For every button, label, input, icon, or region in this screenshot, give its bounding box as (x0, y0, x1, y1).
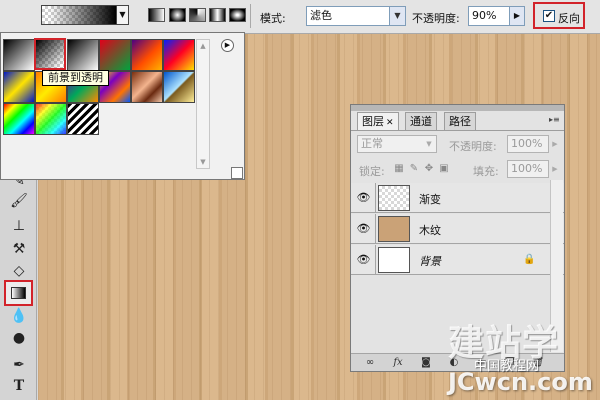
opacity-value: 90% (472, 9, 497, 22)
gradient-swatch[interactable] (67, 39, 99, 71)
tab-channels[interactable]: 通道 (405, 112, 437, 130)
link-layers-icon[interactable]: ∞ (363, 356, 377, 369)
layer-row[interactable]: 👁 木纹 (351, 214, 564, 244)
chevron-down-icon: ▼ (426, 140, 432, 148)
options-separator (250, 4, 251, 28)
tab-divider (351, 130, 564, 131)
brush-tool-icon[interactable]: 🖌 (9, 192, 29, 210)
gradient-swatch[interactable] (35, 103, 67, 135)
gradient-swatch[interactable] (99, 39, 131, 71)
picker-scrollbar[interactable]: ▲ ▼ (196, 39, 210, 169)
layer-opacity-value: 100% (511, 137, 543, 150)
tab-label: 图层 (362, 115, 384, 128)
eye-icon[interactable]: 👁 (356, 190, 371, 205)
gradient-tooltip: 前景到透明 (42, 70, 109, 86)
gradient-swatch[interactable] (131, 71, 163, 103)
close-icon[interactable]: ✕ (386, 118, 394, 128)
add-mask-icon[interactable]: ◙ (419, 356, 433, 369)
blur-tool-icon[interactable]: 💧 (9, 307, 29, 325)
lock-all-icon[interactable]: ▣ (438, 163, 450, 175)
scroll-up-icon[interactable]: ▲ (197, 40, 209, 52)
options-bar: ▼ 模式: 滤色 ▼ 不透明度: 90% ▶ ✔ 反向 (0, 0, 600, 34)
layer-opacity-input[interactable]: 100% (507, 135, 549, 153)
tab-label: 路径 (449, 115, 471, 128)
gradient-swatch[interactable] (163, 39, 195, 71)
reflected-gradient-button[interactable] (209, 8, 226, 22)
layer-name: 背景 (419, 255, 441, 268)
fill-input[interactable]: 100% (507, 160, 549, 178)
lock-label: 锁定: (359, 165, 385, 178)
reverse-label: 反向 (558, 12, 580, 25)
mode-value: 滤色 (310, 9, 332, 22)
chevron-down-icon: ▼ (389, 7, 405, 25)
opacity-label: 不透明度: (412, 12, 460, 25)
scroll-down-icon[interactable]: ▼ (197, 156, 209, 168)
linear-gradient-button[interactable] (148, 8, 165, 22)
dodge-tool-icon[interactable]: ● (9, 329, 29, 347)
gradient-picker-button[interactable]: ▼ (117, 5, 129, 25)
lock-icon: 🔒 (523, 254, 536, 265)
gradient-swatch[interactable] (3, 71, 35, 103)
radial-gradient-button[interactable] (169, 8, 186, 22)
gradient-swatch[interactable] (163, 71, 195, 103)
panel-menu-icon[interactable]: ▸≡ (549, 115, 560, 125)
lock-position-icon[interactable]: ✥ (423, 163, 435, 175)
tab-paths[interactable]: 路径 (444, 112, 476, 130)
fill-label: 填充: (473, 165, 499, 178)
gradient-swatch[interactable] (67, 103, 99, 135)
row-divider (375, 183, 376, 213)
picker-menu-button[interactable]: ▶ (221, 39, 234, 52)
panel-titlebar[interactable] (351, 105, 564, 111)
history-brush-tool-icon[interactable]: ⚒ (9, 240, 29, 258)
gradient-picker-panel: ▲ ▼ ▶ (0, 32, 245, 180)
chevron-right-icon[interactable]: ▶ (550, 160, 560, 178)
watermark-url: JCwcn.com (448, 368, 593, 396)
layer-thumbnail (378, 247, 410, 273)
chevron-right-icon[interactable]: ▶ (550, 135, 560, 153)
gradient-preview[interactable] (41, 5, 117, 25)
layer-row[interactable]: 👁 渐变 (351, 183, 564, 213)
row-divider (375, 245, 376, 275)
tab-label: 通道 (410, 115, 432, 128)
blend-mode-value: 正常 (361, 137, 383, 150)
reverse-option[interactable]: ✔ 反向 (533, 2, 585, 29)
eye-icon[interactable]: 👁 (356, 221, 371, 236)
gradient-swatch-selected[interactable] (34, 38, 66, 70)
gradient-swatch[interactable] (3, 103, 35, 135)
layer-name: 木纹 (419, 224, 441, 237)
reverse-checkbox[interactable]: ✔ (543, 10, 555, 22)
mode-select[interactable]: 滤色 ▼ (306, 6, 406, 26)
layer-thumbnail (378, 185, 410, 211)
layer-name: 渐变 (419, 193, 441, 206)
text-tool-icon[interactable]: T (9, 377, 29, 395)
layer-opacity-label: 不透明度: (449, 140, 497, 153)
diamond-gradient-button[interactable] (229, 8, 246, 22)
mode-label: 模式: (260, 12, 286, 25)
opacity-input[interactable]: 90% (468, 6, 510, 26)
blend-mode-select[interactable]: 正常 ▼ (357, 135, 437, 153)
opacity-slider-button[interactable]: ▶ (510, 6, 525, 26)
layer-row[interactable]: 👁 背景 🔒 (351, 245, 564, 275)
pen-tool-icon[interactable]: ✒ (9, 356, 29, 374)
layer-style-icon[interactable]: fx (391, 356, 405, 369)
eraser-tool-icon[interactable]: ◇ (9, 262, 29, 280)
tab-layers[interactable]: 图层 ✕ (357, 112, 399, 130)
lock-transparency-icon[interactable]: ▦ (393, 163, 405, 175)
eye-icon[interactable]: 👁 (356, 252, 371, 267)
resize-grip-icon[interactable] (231, 167, 243, 179)
angle-gradient-button[interactable] (189, 8, 206, 22)
fill-value: 100% (511, 162, 543, 175)
layer-thumbnail (378, 216, 410, 242)
gradient-swatch[interactable] (131, 39, 163, 71)
gradient-swatch-icon (11, 287, 26, 299)
gradient-tool-icon[interactable] (4, 280, 33, 306)
lock-image-icon[interactable]: ✎ (408, 163, 420, 175)
gradient-swatch[interactable] (3, 39, 35, 71)
clone-stamp-tool-icon[interactable]: ⊥ (9, 217, 29, 235)
row-divider (375, 214, 376, 244)
